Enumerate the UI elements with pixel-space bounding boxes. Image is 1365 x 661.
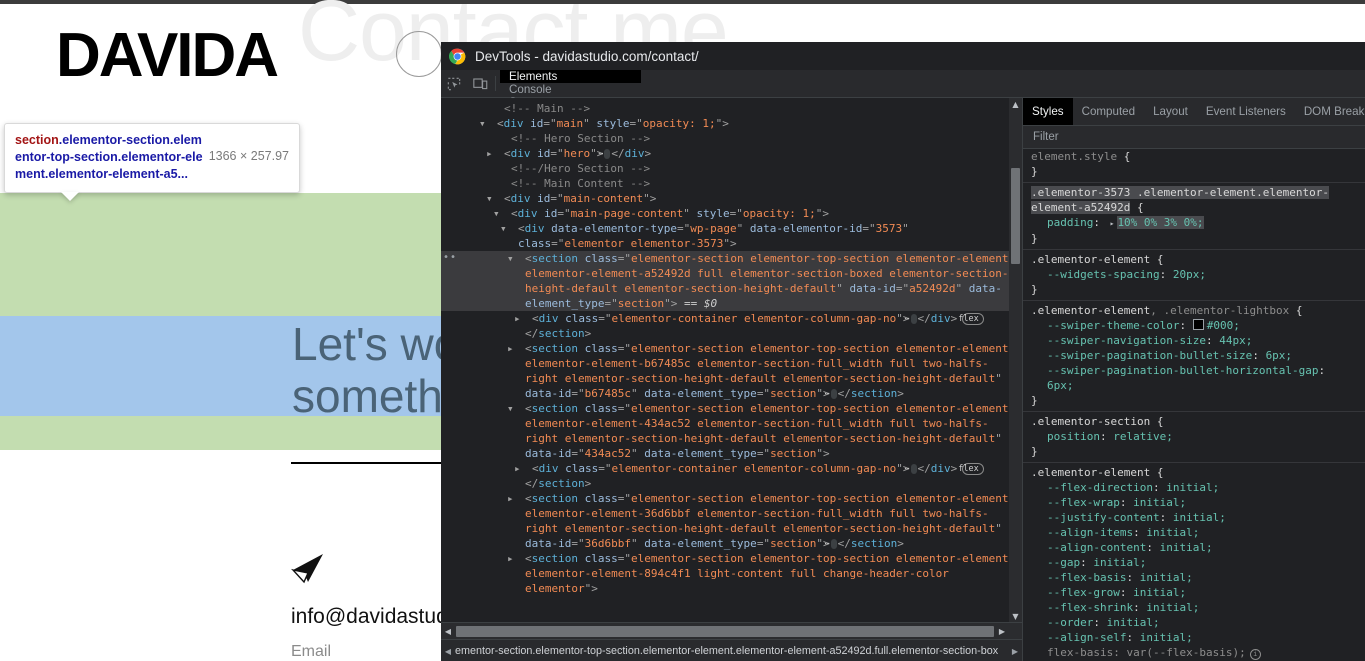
css-declaration[interactable]: --flex-basis: initial; xyxy=(1031,570,1357,585)
css-rule[interactable]: .elementor-element {--flex-direction: in… xyxy=(1023,463,1365,661)
css-declaration[interactable]: --swiper-navigation-size: 44px; xyxy=(1031,333,1357,348)
css-declaration[interactable]: --swiper-theme-color: #000; xyxy=(1031,318,1357,333)
css-declaration[interactable]: --gap: initial; xyxy=(1031,555,1357,570)
css-declaration[interactable]: --flex-wrap: initial; xyxy=(1031,495,1357,510)
styles-filter-placeholder[interactable]: Filter xyxy=(1033,131,1059,143)
css-rule-close: } xyxy=(1031,232,1038,245)
styles-tab-computed[interactable]: Computed xyxy=(1073,98,1145,125)
dom-tree-horizontal-scrollbar[interactable]: ◀ ▶ xyxy=(441,622,1022,640)
css-declaration[interactable]: --align-content: initial; xyxy=(1031,540,1357,555)
css-rule[interactable]: .elementor-element {--widgets-spacing: 2… xyxy=(1023,250,1365,301)
scroll-indicator-circle xyxy=(396,31,442,77)
devtools-tabbar: ElementsConsoleSourcesNetworkPerformance… xyxy=(441,70,1365,213)
scroll-right-arrow-icon[interactable]: ▶ xyxy=(995,623,1009,640)
css-selector[interactable]: .elementor-element { xyxy=(1031,252,1357,267)
devtools-window-title: DevTools - davidastudio.com/contact/ xyxy=(475,48,699,64)
scroll-up-arrow-icon[interactable]: ▲ xyxy=(1009,98,1022,111)
dom-node[interactable]: ▸ <section class="elementor-section eleme… xyxy=(441,551,1022,596)
styles-rules-list[interactable]: element.style {} .elementor-3573 .element… xyxy=(1023,147,1365,661)
css-declaration[interactable]: position: relative; xyxy=(1031,429,1357,444)
styles-tab-styles[interactable]: Styles xyxy=(1023,98,1073,125)
vertical-scroll-thumb[interactable] xyxy=(1011,168,1020,264)
css-selector[interactable]: .elementor-section { xyxy=(1031,414,1357,429)
tooltip-selector: section.elementor-section.elementor-top-… xyxy=(15,132,203,183)
dom-node[interactable]: </section> xyxy=(441,476,1022,491)
dom-node[interactable]: ▸ <div class="elementor-container element… xyxy=(441,311,1022,326)
css-declaration[interactable]: --justify-content: initial; xyxy=(1031,510,1357,525)
css-rule-close: } xyxy=(1031,283,1038,296)
css-declaration[interactable]: padding: ▸ 10% 0% 3% 0%; xyxy=(1031,215,1357,231)
css-declaration[interactable]: flex-basis: var(--flex-basis); i xyxy=(1031,645,1357,660)
horizontal-scroll-thumb[interactable] xyxy=(456,626,994,637)
dom-node[interactable]: ▸ <div class="elementor-container element… xyxy=(441,461,1022,476)
styles-pane-tabs: Styles Computed Layout Event Listeners DOM B… xyxy=(1023,98,1365,126)
dom-node[interactable]: ▾<section class="elementor-section eleme… xyxy=(441,401,1022,461)
css-selector[interactable]: .elementor-3573 .elementor-element.eleme… xyxy=(1031,185,1357,215)
styles-tab-layout[interactable]: Layout xyxy=(1144,98,1197,125)
breadcrumb-text: ementor-section.elementor-top-section.el… xyxy=(455,645,999,657)
css-rule[interactable]: element.style {} xyxy=(1023,147,1365,183)
site-logo: DAVIDA xyxy=(56,21,279,90)
styles-tab-event-listeners[interactable]: Event Listeners xyxy=(1197,98,1295,125)
devtools-panel-tabs: ElementsConsoleSourcesNetworkPerformance… xyxy=(500,70,641,213)
css-selector[interactable]: .elementor-element { xyxy=(1031,465,1357,480)
css-declaration[interactable]: --order: initial; xyxy=(1031,615,1357,630)
css-selector[interactable]: .elementor-element, .elementor-lightbox … xyxy=(1031,303,1357,318)
dom-node[interactable]: ▸<div id="hero">⋯</div> xyxy=(441,146,1022,161)
toolbar-divider xyxy=(495,76,496,91)
css-selector[interactable]: element.style { xyxy=(1031,149,1357,164)
dom-node[interactable]: <!-- Main --> xyxy=(441,101,1022,116)
tooltip-tag-name: section xyxy=(15,133,59,147)
dom-tree-pane: <!-- Main --> ▾ <div id="main" style="opac… xyxy=(441,98,1022,661)
css-rule-close: } xyxy=(1031,445,1038,458)
inspect-element-icon[interactable] xyxy=(441,70,467,97)
dom-node[interactable]: ▾ <div id="main-page-content" style="opac… xyxy=(441,206,1022,221)
css-declaration[interactable]: --swiper-pagination-bullet-horizontal-ga… xyxy=(1031,363,1357,393)
css-rule-close: } xyxy=(1031,165,1038,178)
dom-node[interactable]: ▸ <section class="elementor-section eleme… xyxy=(441,491,1022,551)
css-declaration[interactable]: --widgets-spacing: 20px; xyxy=(1031,267,1357,282)
breadcrumb-left-arrow-icon[interactable]: ◀ xyxy=(441,647,455,656)
dom-node[interactable]: <!-- Main Content --> xyxy=(441,176,1022,191)
dom-node[interactable]: ▾ <div id="main-content"> xyxy=(441,191,1022,206)
tooltip-dimensions: 1366 × 257.97 xyxy=(208,149,289,163)
dom-node[interactable]: ▾ <div id="main" style="opacity: 1;"> xyxy=(441,116,1022,131)
element-inspector-tooltip: section.elementor-section.elementor-top-… xyxy=(4,123,300,201)
chrome-logo-icon xyxy=(448,48,466,65)
dom-tree-vertical-scrollbar[interactable]: ▲ ▼ xyxy=(1009,98,1022,623)
device-toolbar-icon[interactable] xyxy=(467,70,493,97)
styles-pane: Styles Computed Layout Event Listeners DOM B… xyxy=(1022,98,1365,661)
css-declaration[interactable]: --flex-direction: initial; xyxy=(1031,480,1357,495)
scroll-left-arrow-icon[interactable]: ◀ xyxy=(441,623,455,640)
css-rule[interactable]: .elementor-element, .elementor-lightbox … xyxy=(1023,301,1365,412)
dom-node[interactable]: <!-- Hero Section --> xyxy=(441,131,1022,146)
css-rule-close: } xyxy=(1031,394,1038,407)
devtools-window: DevTools - davidastudio.com/contact/ Ele… xyxy=(441,42,1365,661)
dom-node[interactable]: ▾<section class="elementor-section eleme… xyxy=(441,250,1022,311)
dom-breadcrumb[interactable]: ◀ ementor-section.elementor-top-section.… xyxy=(441,639,1022,661)
tooltip-arrow xyxy=(61,192,79,201)
styles-tab-dom-breakpoi[interactable]: DOM Breakpoi xyxy=(1295,98,1365,125)
send-paper-plane-icon xyxy=(291,554,323,584)
dom-node[interactable]: </section> xyxy=(441,326,1022,341)
dom-node[interactable]: ▾ <div data-elementor-type="wp-page" data… xyxy=(441,221,1022,251)
css-declaration[interactable]: --flex-grow: initial; xyxy=(1031,585,1357,600)
css-declaration[interactable]: --align-self: initial; xyxy=(1031,630,1357,645)
css-declaration[interactable]: --swiper-pagination-bullet-size: 6px; xyxy=(1031,348,1357,363)
tab-label: Console xyxy=(509,83,552,96)
dom-node[interactable]: ▸ <section class="elementor-section eleme… xyxy=(441,341,1022,401)
css-rule[interactable]: .elementor-section {position: relative;} xyxy=(1023,412,1365,463)
devtools-body: <!-- Main --> ▾ <div id="main" style="opac… xyxy=(441,98,1365,661)
dom-node[interactable]: <!--/Hero Section --> xyxy=(441,161,1022,176)
css-declaration[interactable]: --flex-shrink: initial; xyxy=(1031,600,1357,615)
css-declaration[interactable]: --align-items: initial; xyxy=(1031,525,1357,540)
tab-label: Elements xyxy=(509,70,558,83)
tab-elements[interactable]: Elements xyxy=(500,70,641,83)
breadcrumb-right-arrow-icon[interactable]: ▶ xyxy=(1008,647,1022,656)
dom-tree[interactable]: <!-- Main --> ▾ <div id="main" style="opac… xyxy=(441,98,1022,623)
tab-console[interactable]: Console xyxy=(500,83,641,96)
css-rule[interactable]: .elementor-3573 .elementor-element.eleme… xyxy=(1023,183,1365,250)
devtools-titlebar: DevTools - davidastudio.com/contact/ xyxy=(441,42,1365,70)
styles-filter-row[interactable]: Filter xyxy=(1023,126,1365,149)
